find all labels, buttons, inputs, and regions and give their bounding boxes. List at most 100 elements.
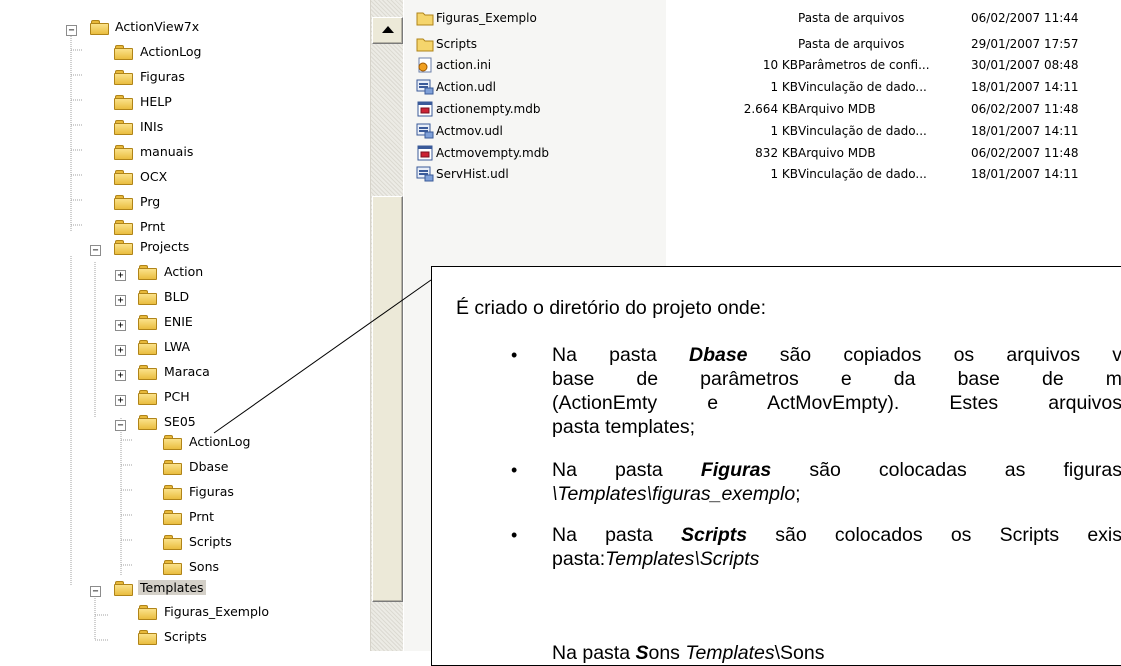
folder-icon	[114, 170, 134, 185]
path-italic: \Templates\figuras_exemplo	[552, 483, 796, 505]
bullet-line: \Templates\figuras_exemplo;	[552, 482, 1121, 506]
tree-item-label: Scripts	[164, 629, 207, 644]
file-name: Actmovempty.mdb	[436, 146, 549, 160]
tree-item-label: Dbase	[189, 459, 229, 474]
folder-icon	[138, 390, 158, 405]
file-size: 1 KB	[770, 124, 798, 138]
folder-icon	[138, 365, 158, 380]
folder-tree-pane[interactable]: − ActionView7x ActionLog Figuras HELP IN…	[0, 0, 404, 651]
collapse-toggle-icon[interactable]: −	[90, 245, 101, 256]
folder-name-bold: S	[635, 642, 649, 664]
tree-item-label: Sons	[189, 559, 220, 574]
tree-item-label: ActionLog	[189, 434, 251, 449]
folder-icon	[163, 485, 183, 500]
file-row[interactable]: action.ini 10 KB Parâmetros de confi... …	[404, 55, 1121, 76]
text-run: ons	[648, 642, 686, 664]
folder-name-bold: Scripts	[680, 524, 748, 546]
file-name: actionempty.mdb	[436, 102, 541, 116]
tree-item-label: Prg	[140, 194, 161, 209]
tree-item-label: Prnt	[189, 509, 215, 524]
bullet-icon: •	[511, 525, 518, 545]
tree-item-label: SE05	[164, 414, 196, 429]
bullet-line: pasta:Templates\Scripts	[552, 547, 1121, 571]
text-run: Na pasta	[552, 344, 689, 366]
file-name: Action.udl	[436, 80, 496, 94]
expand-toggle-icon[interactable]: +	[115, 395, 126, 406]
text-run: são colocadas as figuras	[771, 459, 1121, 481]
scrollbar-thumb[interactable]	[372, 196, 403, 602]
file-row[interactable]: Scripts Pasta de arquivos 29/01/2007 17:…	[404, 34, 1121, 55]
expand-toggle-icon[interactable]: +	[115, 345, 126, 356]
text-run: pasta:	[552, 548, 606, 570]
tree-item-label: ActionView7x	[115, 19, 200, 34]
folder-icon	[114, 120, 134, 135]
bullet-line: Na pasta Dbase são copiados os arquivos …	[552, 343, 1121, 367]
tree-item-label: Figuras	[140, 69, 185, 84]
file-row[interactable]: actionempty.mdb 2.664 KB Arquivo MDB 06/…	[404, 99, 1121, 120]
bullet-line: Na pasta Scripts são colocados os Script…	[552, 523, 1121, 547]
mdb-file-icon	[417, 145, 433, 161]
expand-toggle-icon[interactable]: +	[115, 370, 126, 381]
tree-item-label: Maraca	[164, 364, 210, 379]
bullet-figuras: Na pasta Figuras são colocadas as figura…	[552, 458, 1121, 506]
tree-vertical-scrollbar[interactable]	[370, 0, 403, 651]
expand-toggle-icon[interactable]: +	[115, 320, 126, 331]
tree-item-label: Templates	[138, 580, 206, 595]
file-type: Vinculação de dado...	[798, 124, 927, 138]
file-row[interactable]: Actmovempty.mdb 832 KB Arquivo MDB 06/02…	[404, 143, 1121, 164]
bullet-sons: Na pasta Sons Templates\Sons	[552, 641, 1121, 665]
path-italic: Templates	[685, 642, 775, 664]
expand-toggle-icon[interactable]: +	[115, 295, 126, 306]
file-row[interactable]: Actmov.udl 1 KB Vinculação de dado... 18…	[404, 121, 1121, 142]
tree-item-label: Figuras_Exemplo	[164, 604, 270, 619]
arrow-up-icon	[382, 26, 394, 33]
file-row[interactable]: Figuras_Exemplo Pasta de arquivos 06/02/…	[404, 8, 1121, 29]
folder-icon	[163, 510, 183, 525]
bullet-line: (ActionEmty e ActMovEmpty). Estes arquiv…	[552, 392, 1121, 414]
file-type: Arquivo MDB	[798, 102, 876, 116]
file-name: Scripts	[436, 37, 478, 51]
tree-item-label: BLD	[164, 289, 190, 304]
text-run: Na pasta	[552, 459, 701, 481]
folder-open-icon	[90, 20, 110, 35]
scroll-up-button[interactable]	[372, 17, 403, 44]
folder-icon	[138, 605, 158, 620]
folder-icon	[163, 535, 183, 550]
folder-icon	[114, 145, 134, 160]
collapse-toggle-icon[interactable]: −	[66, 25, 77, 36]
text-run: \Sons	[774, 642, 825, 664]
folder-name-bold: Dbase	[689, 344, 748, 366]
bullet-scripts: Na pasta Scripts são colocados os Script…	[552, 523, 1121, 571]
folder-open-icon	[114, 240, 134, 255]
file-row[interactable]: Action.udl 1 KB Vinculação de dado... 18…	[404, 77, 1121, 98]
folder-icon	[114, 70, 134, 85]
bullet-icon: •	[511, 345, 518, 365]
collapse-toggle-icon[interactable]: −	[115, 420, 126, 431]
text-run: são copiados os arquivos v	[747, 344, 1121, 366]
expand-toggle-icon[interactable]: +	[115, 270, 126, 281]
text-run: Na pasta	[552, 642, 636, 664]
tree-item-label: ENIE	[164, 314, 193, 329]
callout-intro-text: É criado o diretório do projeto onde:	[456, 297, 767, 319]
path-italic: Templates\Scripts	[605, 548, 760, 570]
udl-file-icon	[416, 79, 434, 95]
tree-item-label: OCX	[140, 169, 168, 184]
file-date: 06/02/2007 11:44	[971, 11, 1079, 25]
tree-connector-lines	[70, 30, 133, 641]
folder-name-bold: Figuras	[700, 459, 772, 481]
bullet-line: base de parâmetros e da base de m	[552, 368, 1121, 390]
file-size: 1 KB	[770, 80, 798, 94]
file-name: action.ini	[436, 58, 492, 72]
folder-icon	[114, 195, 134, 210]
file-row[interactable]: ServHist.udl 1 KB Vinculação de dado... …	[404, 164, 1121, 185]
folder-icon	[138, 630, 158, 645]
file-date: 18/01/2007 14:11	[971, 80, 1079, 94]
folder-icon	[138, 315, 158, 330]
file-size: 2.664 KB	[743, 102, 798, 116]
tree-item-label: LWA	[164, 339, 191, 354]
file-date: 18/01/2007 14:11	[971, 167, 1079, 181]
collapse-toggle-icon[interactable]: −	[90, 586, 101, 597]
file-type: Vinculação de dado...	[798, 80, 927, 94]
file-type: Pasta de arquivos	[798, 11, 905, 25]
folder-open-icon	[138, 415, 158, 430]
